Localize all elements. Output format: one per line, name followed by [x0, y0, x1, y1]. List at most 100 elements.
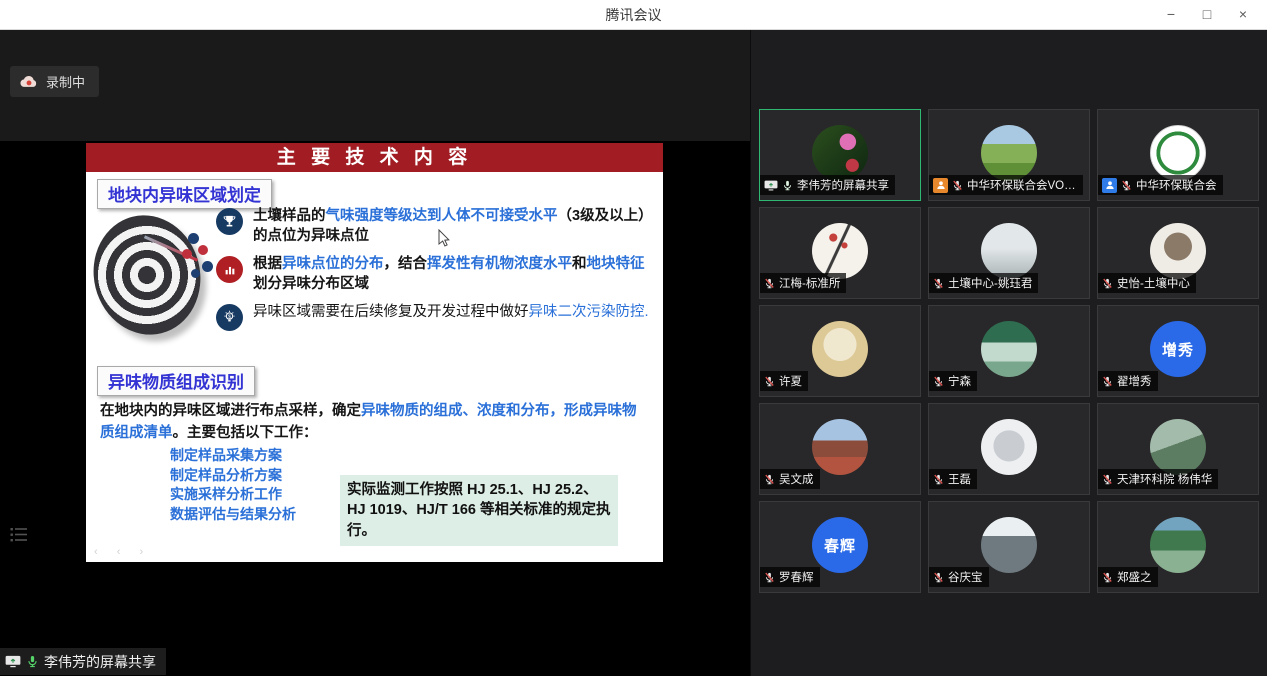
window-controls: − □ × [1153, 0, 1261, 30]
slide-footer-marks: ‹ ‹ › [94, 546, 151, 558]
task-item: 数据评估与结果分析 [170, 505, 296, 525]
screen-share-icon [5, 655, 21, 668]
name-label: 中华环保联合会VOC... [929, 175, 1083, 195]
avatar [981, 321, 1037, 377]
participant-tile[interactable]: 土壤中心-姚珏君 [928, 207, 1090, 299]
avatar [812, 125, 868, 181]
avatar [812, 321, 868, 377]
mic-muted-icon [933, 571, 944, 584]
name-label: 许夏 [760, 371, 808, 391]
participant-tile[interactable]: 宁森 [928, 305, 1090, 397]
member-badge-icon [1102, 178, 1117, 193]
pin-blue [202, 261, 213, 272]
name-label: 李伟芳的屏幕共享 [760, 175, 895, 195]
close-icon[interactable]: × [1225, 0, 1261, 30]
task-item: 制定样品采集方案 [170, 446, 296, 466]
pin-blue [191, 269, 200, 278]
name-label: 中华环保联合会 [1098, 175, 1223, 195]
pin-red [182, 249, 192, 259]
name-label: 吴文成 [760, 469, 820, 489]
mic-muted-icon [1102, 571, 1113, 584]
avatar [1150, 223, 1206, 279]
presenter-share-banner: 李伟芳的屏幕共享 [0, 648, 166, 675]
mouse-cursor [438, 229, 451, 248]
recording-label: 录制中 [46, 72, 85, 91]
section2-header: 异味物质组成识别 [97, 366, 255, 396]
participant-panel: 李伟芳的屏幕共享 中华环保联合会VOC... 中华环保联合会 [750, 30, 1267, 676]
mic-on-icon [782, 179, 793, 192]
task-list: 制定样品采集方案 制定样品分析方案 实施采样分析工作 数据评估与结果分析 [170, 446, 296, 524]
mic-muted-icon [933, 277, 944, 290]
avatar [981, 517, 1037, 573]
pin-red [198, 245, 208, 255]
mic-muted-icon [952, 179, 963, 192]
avatar [812, 223, 868, 279]
avatar [981, 223, 1037, 279]
mic-muted-icon [1102, 277, 1113, 290]
participant-grid: 李伟芳的屏幕共享 中华环保联合会VOC... 中华环保联合会 [759, 109, 1259, 593]
bar-chart-icon [216, 256, 243, 283]
name-label: 史怡-土壤中心 [1098, 273, 1196, 293]
participant-tile[interactable]: 李伟芳的屏幕共享 [759, 109, 921, 201]
task-item: 实施采样分析工作 [170, 485, 296, 505]
avatar [1150, 517, 1206, 573]
participant-tile[interactable]: 许夏 [759, 305, 921, 397]
mic-muted-icon [1102, 375, 1113, 388]
participant-tile[interactable]: 中华环保联合会VOC... [928, 109, 1090, 201]
slide-title: 主 要 技 术 内 容 [86, 143, 663, 172]
mic-muted-icon [1121, 179, 1132, 192]
avatar [812, 419, 868, 475]
minimize-icon[interactable]: − [1153, 0, 1189, 30]
participant-tile[interactable]: 增秀 翟增秀 [1097, 305, 1259, 397]
mic-muted-icon [1102, 473, 1113, 486]
participant-tile[interactable]: 天津环科院 杨伟华 [1097, 403, 1259, 495]
section1-bullets: 土壤样品的气味强度等级达到人体不可接受水平（3级及以上）的点位为异味点位 根据异… [216, 207, 656, 340]
avatar [981, 125, 1037, 181]
list-icon [8, 525, 30, 545]
avatar-initials: 春辉 [812, 517, 868, 573]
presentation-slide: 主 要 技 术 内 容 地块内异味区域划定 [86, 143, 663, 562]
svg-text:$: $ [228, 315, 232, 321]
maximize-icon[interactable]: □ [1189, 0, 1225, 30]
bullet-text: 异味区域需要在后续修复及开发过程中做好异味二次污染防控. [253, 303, 649, 323]
mic-muted-icon [764, 571, 775, 584]
avatar [1150, 125, 1206, 181]
participant-tile[interactable]: 郑盛之 [1097, 501, 1259, 593]
bullet-item: $ 异味区域需要在后续修复及开发过程中做好异味二次污染防控. [216, 303, 656, 331]
record-cloud-icon [20, 75, 38, 88]
participant-tile[interactable]: 王磊 [928, 403, 1090, 495]
mic-muted-icon [933, 473, 944, 486]
share-banner-label: 李伟芳的屏幕共享 [44, 652, 156, 672]
recording-indicator[interactable]: 录制中 [10, 66, 99, 97]
standards-callout: 实际监测工作按照 HJ 25.1、HJ 25.2、HJ 1019、HJ/T 16… [340, 475, 618, 546]
screen-share-icon [764, 180, 778, 191]
participant-tile[interactable]: 吴文成 [759, 403, 921, 495]
mic-muted-icon [933, 375, 944, 388]
meeting-window: 腾讯会议 − □ × 录制中 主 要 技 术 内 容 [0, 0, 1267, 676]
participant-tile[interactable]: 史怡-土壤中心 [1097, 207, 1259, 299]
avatar-initials: 增秀 [1150, 321, 1206, 377]
bullet-item: 根据异味点位的分布，结合挥发性有机物浓度水平和地块特征划分异味分布区域 [216, 255, 656, 294]
name-label: 土壤中心-姚珏君 [929, 273, 1038, 293]
name-label: 王磊 [929, 469, 977, 489]
name-label: 天津环科院 杨伟华 [1098, 469, 1218, 489]
participant-tile[interactable]: 中华环保联合会 [1097, 109, 1259, 201]
name-label: 谷庆宝 [929, 567, 989, 587]
task-item: 制定样品分析方案 [170, 466, 296, 486]
name-label: 翟增秀 [1098, 371, 1158, 391]
titlebar: 腾讯会议 − □ × [0, 0, 1267, 30]
participant-tile[interactable]: 谷庆宝 [928, 501, 1090, 593]
participant-tile[interactable]: 江梅-标准所 [759, 207, 921, 299]
screen-share-stage: 录制中 主 要 技 术 内 容 地块内异味区域划定 [0, 30, 750, 676]
mic-muted-icon [764, 473, 775, 486]
trophy-icon [216, 208, 243, 235]
window-title: 腾讯会议 [0, 0, 1267, 30]
section2-paragraph: 在地块内的异味区域进行布点采样，确定异味物质的组成、浓度和分布，形成异味物质组成… [100, 401, 648, 445]
name-label: 江梅-标准所 [760, 273, 846, 293]
mic-muted-icon [764, 277, 775, 290]
participant-tile[interactable]: 春辉 罗春辉 [759, 501, 921, 593]
name-label: 宁森 [929, 371, 977, 391]
name-label: 郑盛之 [1098, 567, 1158, 587]
bullet-text: 土壤样品的气味强度等级达到人体不可接受水平（3级及以上）的点位为异味点位 [253, 207, 656, 246]
avatar [1150, 419, 1206, 475]
